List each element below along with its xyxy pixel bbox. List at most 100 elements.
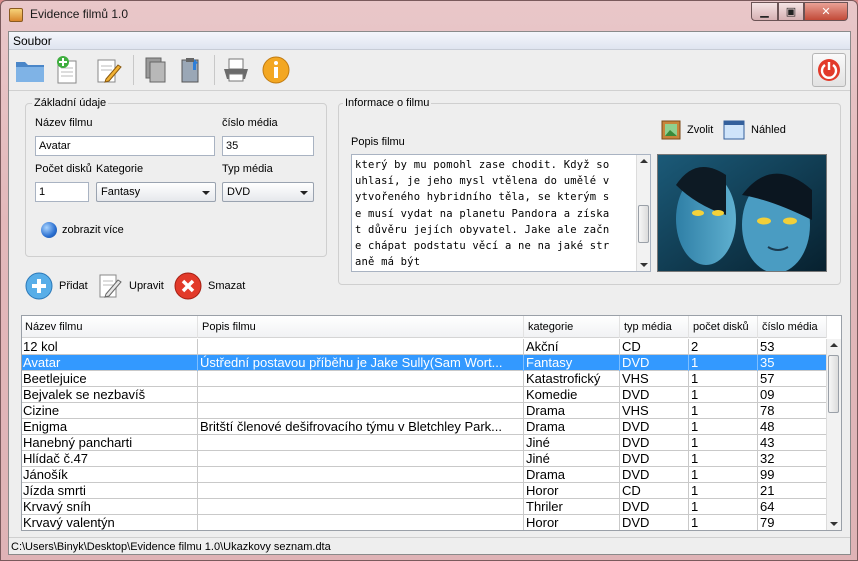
app-window: Evidence filmů 1.0 ▁ ▣ ✕ Soubor Základní… <box>0 0 858 561</box>
scroll-thumb[interactable] <box>828 355 839 413</box>
cell-title: Jízda smrti <box>22 483 198 499</box>
table-row[interactable]: Krvavý sníh Thriler DVD 1 64 <box>22 499 827 515</box>
edit-button[interactable]: Upravit <box>97 272 164 300</box>
choose-image-button[interactable]: Zvolit <box>661 120 713 140</box>
copy-icon <box>145 57 166 83</box>
column-header-category[interactable]: kategorie <box>525 316 620 338</box>
cell-category: Komedie <box>525 387 620 403</box>
category-select[interactable]: Fantasy <box>96 182 216 202</box>
description-line: e musí vydat na planetu Pandora a získa <box>355 207 610 220</box>
menu-bar: Soubor <box>9 32 850 50</box>
cell-description <box>199 435 524 451</box>
title-input[interactable]: Avatar <box>35 136 215 156</box>
cell-title: Enigma <box>22 419 198 435</box>
open-folder-icon <box>16 62 44 82</box>
table-body: 12 kol Akční CD 2 53 Avatar Ústřední postavou … <box>22 339 827 530</box>
cell-title: Cizine <box>22 403 198 419</box>
description-line: který by mu pomohl zase chodit. Když so <box>355 159 610 171</box>
preview-button[interactable]: Náhled <box>723 120 786 140</box>
open-button[interactable] <box>13 54 47 86</box>
media-number-input[interactable]: 35 <box>222 136 314 156</box>
menu-file[interactable]: Soubor <box>13 34 52 48</box>
basic-info-title: Základní údaje <box>32 97 109 109</box>
column-header-title[interactable]: Název filmu <box>22 316 198 338</box>
discs-input[interactable]: 1 <box>35 182 89 202</box>
new-button[interactable] <box>50 54 84 86</box>
description-scrollbar[interactable] <box>636 155 650 271</box>
maximize-button[interactable]: ▣ <box>778 2 804 21</box>
column-header-discs[interactable]: počet disků <box>690 316 758 338</box>
table-row[interactable]: Beetlejuice Katastrofický VHS 1 57 <box>22 371 827 387</box>
movie-info-title: Informace o filmu <box>343 97 432 109</box>
chevron-down-icon <box>202 191 210 195</box>
description-line: uhlasí, je jeho mysl vtělena do umělé v <box>355 175 610 188</box>
cell-title: Hanebný pancharti <box>22 435 198 451</box>
table-row[interactable]: Enigma Britští členové dešifrovacího týmu… <box>22 419 827 435</box>
cell-media-type: DVD <box>621 467 689 483</box>
cell-description <box>199 467 524 483</box>
info-button[interactable] <box>259 54 293 86</box>
print-button[interactable] <box>219 54 253 86</box>
exit-button[interactable] <box>812 53 846 87</box>
delete-icon <box>174 272 202 300</box>
description-line: aně má být <box>355 256 421 269</box>
cell-title: Beetlejuice <box>22 371 198 387</box>
close-window-button[interactable]: ✕ <box>804 2 848 21</box>
table-row[interactable]: Bejvalek se nezbavíš Komedie DVD 1 09 <box>22 387 827 403</box>
delete-button[interactable]: Smazat <box>174 272 245 300</box>
description-line: t důvěru jejích obyvatel. Jake ale začn <box>355 223 610 236</box>
cell-discs: 1 <box>690 387 758 403</box>
cell-discs: 1 <box>690 499 758 515</box>
cell-description <box>199 403 524 419</box>
table-row[interactable]: Cizine Drama VHS 1 78 <box>22 403 827 419</box>
cell-media-type: DVD <box>621 355 689 371</box>
cell-media-number: 09 <box>759 387 827 403</box>
table-row[interactable]: 12 kol Akční CD 2 53 <box>22 339 827 355</box>
movies-table[interactable]: Název filmu Popis filmu kategorie typ mé… <box>21 315 842 531</box>
table-row[interactable]: Avatar Ústřední postavou příběhu je Jake … <box>22 355 827 371</box>
cell-title: Bejvalek se nezbavíš <box>22 387 198 403</box>
column-header-description[interactable]: Popis filmu <box>199 316 524 338</box>
client-area: Soubor Základní údaje Název filmu Avatar… <box>8 31 851 555</box>
table-scrollbar[interactable] <box>826 339 841 530</box>
edit-toolbar-button[interactable] <box>91 54 125 86</box>
title-bar[interactable]: Evidence filmů 1.0 ▁ ▣ ✕ <box>1 1 857 29</box>
cell-category: Drama <box>525 419 620 435</box>
cell-description: Britští členové dešifrovacího týmu v Ble… <box>199 419 524 435</box>
media-type-select[interactable]: DVD <box>222 182 314 202</box>
add-button[interactable]: Přidat <box>25 272 88 300</box>
table-row[interactable]: Krvavý valentýn Horor DVD 1 79 <box>22 515 827 530</box>
minimize-button[interactable]: ▁ <box>751 2 778 21</box>
table-row[interactable]: Jánošík Drama DVD 1 99 <box>22 467 827 483</box>
window-title: Evidence filmů 1.0 <box>30 7 129 21</box>
show-more-label: zobrazit více <box>62 224 124 236</box>
cell-description <box>199 451 524 467</box>
status-bar: C:\Users\Binyk\Desktop\Evidence filmu 1.… <box>9 537 850 555</box>
cell-category: Fantasy <box>525 355 620 371</box>
category-value: Fantasy <box>101 186 141 198</box>
cell-discs: 1 <box>690 451 758 467</box>
cell-discs: 1 <box>690 467 758 483</box>
scroll-down-icon <box>640 263 648 267</box>
cell-category: Katastrofický <box>525 371 620 387</box>
cell-description <box>199 515 524 530</box>
media-number-label: číslo média <box>222 117 278 129</box>
table-row[interactable]: Hanebný pancharti Jiné DVD 1 43 <box>22 435 827 451</box>
cell-title: Jánošík <box>22 467 198 483</box>
copy-button[interactable] <box>137 54 171 86</box>
cell-media-number: 35 <box>759 355 827 371</box>
cell-media-number: 21 <box>759 483 827 499</box>
paste-button[interactable] <box>174 54 208 86</box>
table-row[interactable]: Jízda smrti Horor CD 1 21 <box>22 483 827 499</box>
cell-title: Krvavý sníh <box>22 499 198 515</box>
show-more-link[interactable]: zobrazit více <box>41 222 124 238</box>
scroll-up-icon <box>640 159 648 163</box>
description-textarea[interactable]: který by mu pomohl zase chodit. Když so … <box>351 154 651 272</box>
table-row[interactable]: Hlídač č.47 Jiné DVD 1 32 <box>22 451 827 467</box>
cell-media-type: DVD <box>621 515 689 530</box>
scroll-thumb[interactable] <box>638 205 649 243</box>
column-header-media-number[interactable]: číslo média <box>759 316 827 338</box>
edit-label: Upravit <box>129 280 164 292</box>
column-header-media-type[interactable]: typ média <box>621 316 689 338</box>
cell-media-type: DVD <box>621 419 689 435</box>
